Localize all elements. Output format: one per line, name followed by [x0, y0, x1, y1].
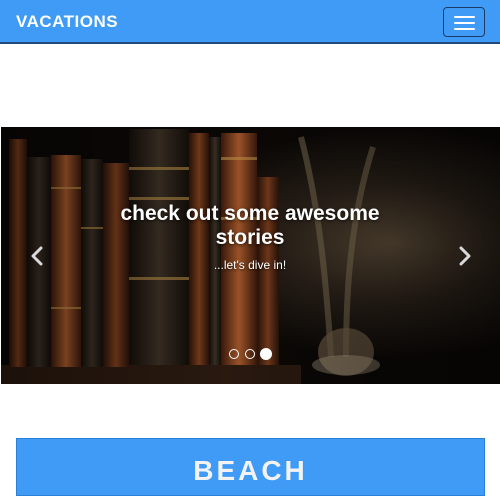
carousel-caption-subtitle: ...let's dive in! — [213, 258, 287, 272]
carousel-next-button[interactable] — [452, 244, 476, 268]
section-button-beach[interactable]: BEACH — [16, 438, 485, 496]
page: VACATIONS check out some awesome stories… — [0, 0, 500, 500]
carousel-slide-image — [1, 127, 500, 384]
navbar-brand[interactable]: VACATIONS — [16, 12, 118, 32]
chevron-right-icon — [459, 246, 471, 266]
carousel-caption-title: check out some awesome stories — [120, 202, 380, 249]
navbar: VACATIONS — [0, 0, 500, 44]
chevron-left-icon — [31, 246, 43, 266]
hero-carousel — [1, 127, 500, 384]
carousel-indicator-3[interactable] — [260, 348, 272, 360]
carousel-indicator-2[interactable] — [245, 349, 255, 359]
navbar-toggle-button[interactable] — [443, 7, 485, 37]
carousel-prev-button[interactable] — [26, 244, 50, 268]
carousel-indicator-1[interactable] — [229, 349, 239, 359]
